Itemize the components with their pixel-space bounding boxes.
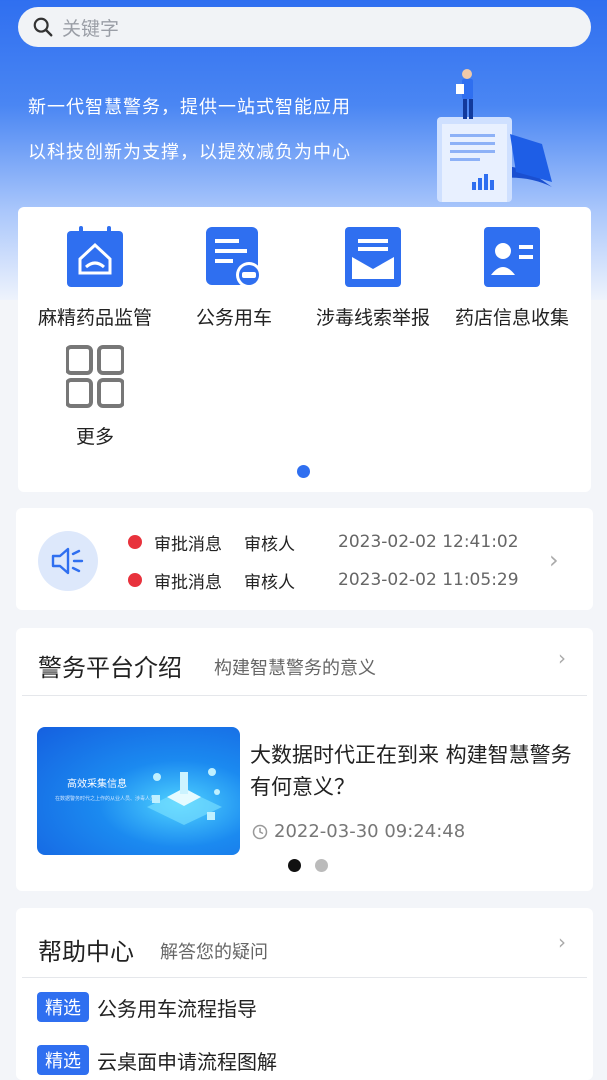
message-time: 2023-02-02 11:05:29 bbox=[338, 570, 519, 590]
section-title: 帮助中心 bbox=[38, 938, 134, 966]
unread-dot bbox=[128, 535, 142, 549]
search-icon bbox=[33, 17, 53, 37]
help-item[interactable]: 精选 云桌面申请流程图解 bbox=[37, 1045, 277, 1075]
message-reviewer: 审核人 bbox=[244, 534, 295, 555]
calendar-house-icon bbox=[67, 226, 123, 287]
carousel-dot-active[interactable] bbox=[288, 859, 301, 872]
search-bar[interactable]: 关键字 bbox=[18, 7, 591, 47]
message-item[interactable]: 审批消息 审核人 2023-02-02 11:05:29 bbox=[128, 567, 519, 593]
leaf-logo-icon bbox=[454, 1012, 506, 1064]
clock-icon bbox=[252, 824, 268, 839]
carousel-dot[interactable] bbox=[315, 859, 328, 872]
hero-slogan-line1: 新一代智慧警务，提供一站式智能应用 bbox=[28, 97, 351, 118]
app-grid-card: 麻精药品监管 公务用车 涉毒线索举报 药店信息收集 更多 bbox=[18, 207, 591, 492]
article-time: 2022-03-30 09:24:48 bbox=[274, 821, 466, 842]
message-card[interactable]: 审批消息 审核人 2023-02-02 12:41:02 审批消息 审核人 20… bbox=[16, 508, 593, 610]
app-label: 药店信息收集 bbox=[454, 307, 569, 329]
app-label: 涉毒线索举报 bbox=[315, 307, 430, 329]
envelope-icon bbox=[345, 227, 401, 287]
report-illustration-icon bbox=[437, 69, 552, 202]
help-item-text: 云桌面申请流程图解 bbox=[97, 1049, 277, 1074]
article-title[interactable]: 大数据时代正在到来 构建智慧警务有何意义？ bbox=[250, 739, 580, 803]
speaker-icon bbox=[38, 531, 98, 591]
app-label: 更多 bbox=[75, 426, 114, 448]
help-item[interactable]: 精选 公务用车流程指导 bbox=[37, 992, 257, 1022]
isometric-data-icon bbox=[147, 768, 222, 825]
app-tile-more[interactable]: 更多 bbox=[25, 344, 165, 449]
message-type: 审批消息 bbox=[154, 572, 222, 593]
chevron-right-icon[interactable]: › bbox=[558, 930, 566, 954]
app-tile-drug-supervision[interactable]: 麻精药品监管 bbox=[25, 225, 165, 330]
grid-icon bbox=[65, 345, 125, 408]
unread-dot bbox=[128, 573, 142, 587]
chevron-right-icon[interactable]: › bbox=[549, 546, 559, 574]
message-item[interactable]: 审批消息 审核人 2023-02-02 12:41:02 bbox=[128, 529, 519, 555]
search-placeholder[interactable]: 关键字 bbox=[62, 14, 119, 41]
document-car-icon bbox=[206, 227, 262, 288]
app-tile-pharmacy-info[interactable]: 药店信息收集 bbox=[442, 225, 582, 330]
watermark-brand: 七叶子 bbox=[510, 1020, 577, 1045]
article-thumbnail[interactable]: 高效采集信息 在数据警务时代之上作的从业人员、涉毒人员 bbox=[37, 727, 240, 855]
app-tile-drug-report[interactable]: 涉毒线索举报 bbox=[303, 225, 443, 330]
app-tile-official-car[interactable]: 公务用车 bbox=[164, 225, 304, 330]
site-watermark: 七叶子 7YZ.COM bbox=[450, 1010, 600, 1070]
section-title: 警务平台介绍 bbox=[38, 654, 182, 682]
app-label: 公务用车 bbox=[195, 307, 272, 329]
hero-slogan-line2: 以科技创新为支撑，以提效减负为中心 bbox=[28, 142, 351, 163]
thumbnail-title: 高效采集信息 bbox=[67, 779, 127, 790]
chevron-right-icon[interactable]: › bbox=[558, 646, 566, 670]
article-time-row: 2022-03-30 09:24:48 bbox=[252, 821, 465, 842]
divider bbox=[22, 695, 587, 696]
message-time: 2023-02-02 12:41:02 bbox=[338, 532, 519, 552]
divider bbox=[22, 977, 587, 978]
section-subtitle: 解答您的疑问 bbox=[160, 942, 268, 963]
app-label: 麻精药品监管 bbox=[37, 307, 152, 329]
page-indicator-dot bbox=[297, 465, 310, 478]
watermark-domain: 7YZ.COM bbox=[514, 1044, 579, 1057]
help-item-text: 公务用车流程指导 bbox=[97, 996, 257, 1021]
featured-tag: 精选 bbox=[37, 992, 89, 1022]
message-type: 审批消息 bbox=[154, 534, 222, 555]
section-subtitle: 构建智慧警务的意义 bbox=[214, 658, 376, 679]
featured-tag: 精选 bbox=[37, 1045, 89, 1075]
platform-intro-card: 警务平台介绍 构建智慧警务的意义 › 高效采集信息 在数据警务时代之上作的从业人… bbox=[16, 628, 593, 891]
message-reviewer: 审核人 bbox=[244, 572, 295, 593]
id-card-icon bbox=[484, 227, 540, 287]
